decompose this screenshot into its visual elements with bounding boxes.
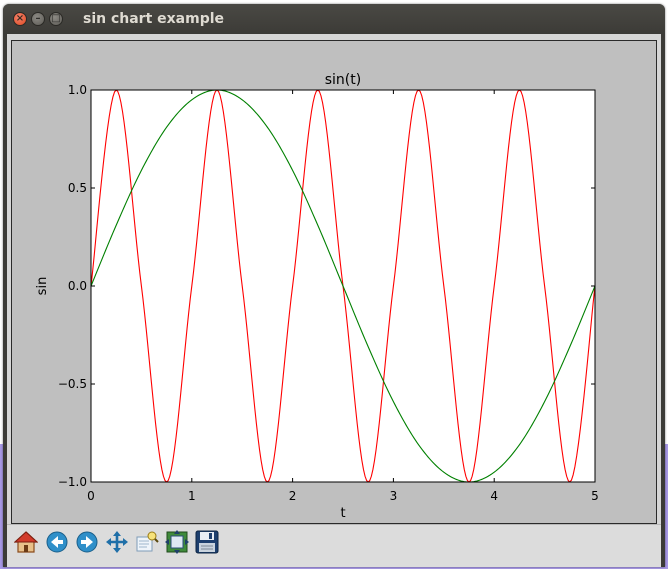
x-tick-label: 2 (289, 489, 297, 503)
app-window: × – □ sin chart example 0 1 2 3 4 5 1.0 0.5 0.0 −… (3, 4, 665, 567)
forward-arrow-icon (76, 531, 98, 553)
zoom-button[interactable] (134, 529, 160, 555)
close-icon[interactable]: × (13, 12, 27, 26)
x-tick-label: 4 (490, 489, 498, 503)
back-arrow-icon (46, 531, 68, 553)
window-title: sin chart example (83, 11, 225, 27)
x-axis-label: t (340, 506, 345, 521)
home-icon (14, 531, 38, 553)
pan-button[interactable] (104, 529, 130, 555)
figure-canvas[interactable]: 0 1 2 3 4 5 1.0 0.5 0.0 −0.5 −1.0 sin(t) t sin (11, 40, 657, 524)
window-content: 0 1 2 3 4 5 1.0 0.5 0.0 −0.5 −1.0 sin(t) t sin (7, 34, 661, 567)
y-tick-label: −0.5 (58, 377, 87, 391)
zoom-to-rect-icon (136, 531, 159, 552)
configure-subplots-icon (165, 530, 189, 554)
chart-title: sin(t) (325, 72, 361, 88)
x-tick-label: 0 (87, 489, 95, 503)
navigation-toolbar (7, 524, 661, 567)
chart: 0 1 2 3 4 5 1.0 0.5 0.0 −0.5 −1.0 sin(t) t sin (35, 72, 599, 521)
x-tick-label: 5 (591, 489, 599, 503)
pan-move-icon (106, 531, 128, 553)
y-tick-label: 0.0 (68, 279, 87, 293)
forward-button[interactable] (74, 529, 100, 555)
home-button[interactable] (13, 529, 39, 555)
save-figure-icon (195, 530, 219, 554)
subplots-button[interactable] (164, 529, 190, 555)
x-tick-label: 3 (390, 489, 398, 503)
y-tick-label: 1.0 (68, 83, 87, 97)
y-axis-label: sin (35, 277, 50, 296)
title-bar[interactable]: × – □ sin chart example (3, 4, 665, 34)
y-tick-label: −1.0 (58, 475, 87, 489)
minimize-icon[interactable]: – (31, 12, 45, 26)
x-tick-label: 1 (188, 489, 196, 503)
y-tick-label: 0.5 (68, 181, 87, 195)
save-button[interactable] (194, 529, 220, 555)
back-button[interactable] (44, 529, 70, 555)
maximize-icon[interactable]: □ (49, 12, 63, 26)
